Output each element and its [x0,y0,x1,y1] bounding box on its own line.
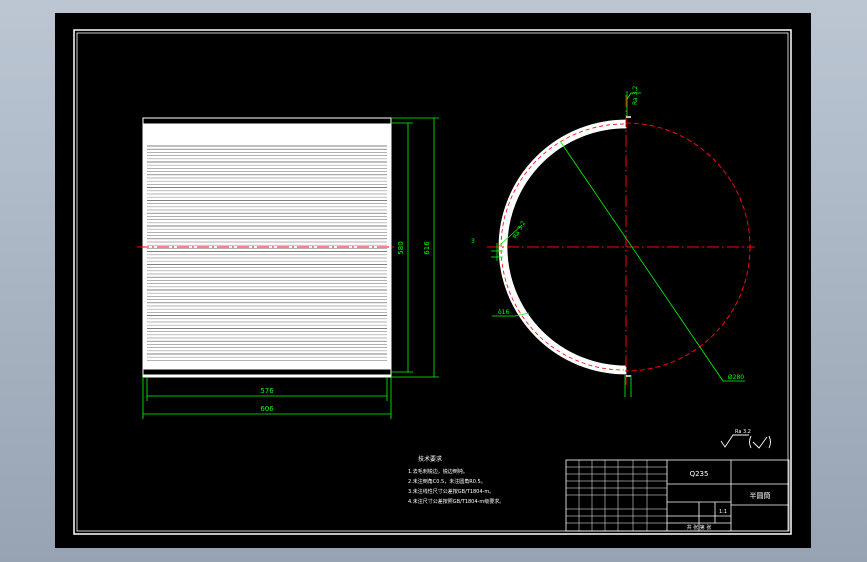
dim-thickness: δ16 [498,309,509,316]
tech-note-2: 2.未注倒角C0.5，未注圆角R0.5。 [408,478,486,485]
drawing-canvas: 580 616 576 606 Ø280 δ16 Ra 3.2 Ra 3.2 3 [73,29,792,535]
surface-roughness-symbol [720,434,771,449]
sheet-info-cell: 共 张 第 张 [687,524,712,531]
dim-diameter: Ø280 [728,374,744,381]
dim-height-outer: 616 [423,241,431,255]
roughness-general-value: Ra 3.2 [735,429,751,435]
bottom-flange [142,368,392,376]
dim-width-outer: 606 [260,405,274,413]
roughness-left: Ra 3.2 [512,220,528,240]
top-flange [142,117,392,125]
material-cell: Q235 [690,470,709,478]
top-view [487,95,755,385]
tech-note-1: 1.去毛刺锐边，锐边倒钝。 [408,468,468,475]
title-block-grid [566,460,667,531]
tech-notes-title: 技术要求 [418,455,442,463]
scale-cell: 1:1 [719,509,727,515]
top-dimensions [491,91,745,397]
dim-chamfer: 3 [471,238,475,245]
part-name-cell: 半圆筒 [750,491,771,500]
front-view [137,117,395,378]
tech-note-4: 4.未注尺寸公差按照GB/T1804-m级要求。 [408,498,504,505]
roughness-top: Ra 3.2 [632,86,639,105]
drawing-sheet: 580 616 576 606 Ø280 δ16 Ra 3.2 Ra 3.2 3 [55,13,811,548]
tech-note-3: 3.未注线性尺寸公差按GB/T1804-m。 [408,488,494,495]
dim-width-inner: 576 [260,387,274,395]
dim-height-inner: 580 [397,241,405,254]
